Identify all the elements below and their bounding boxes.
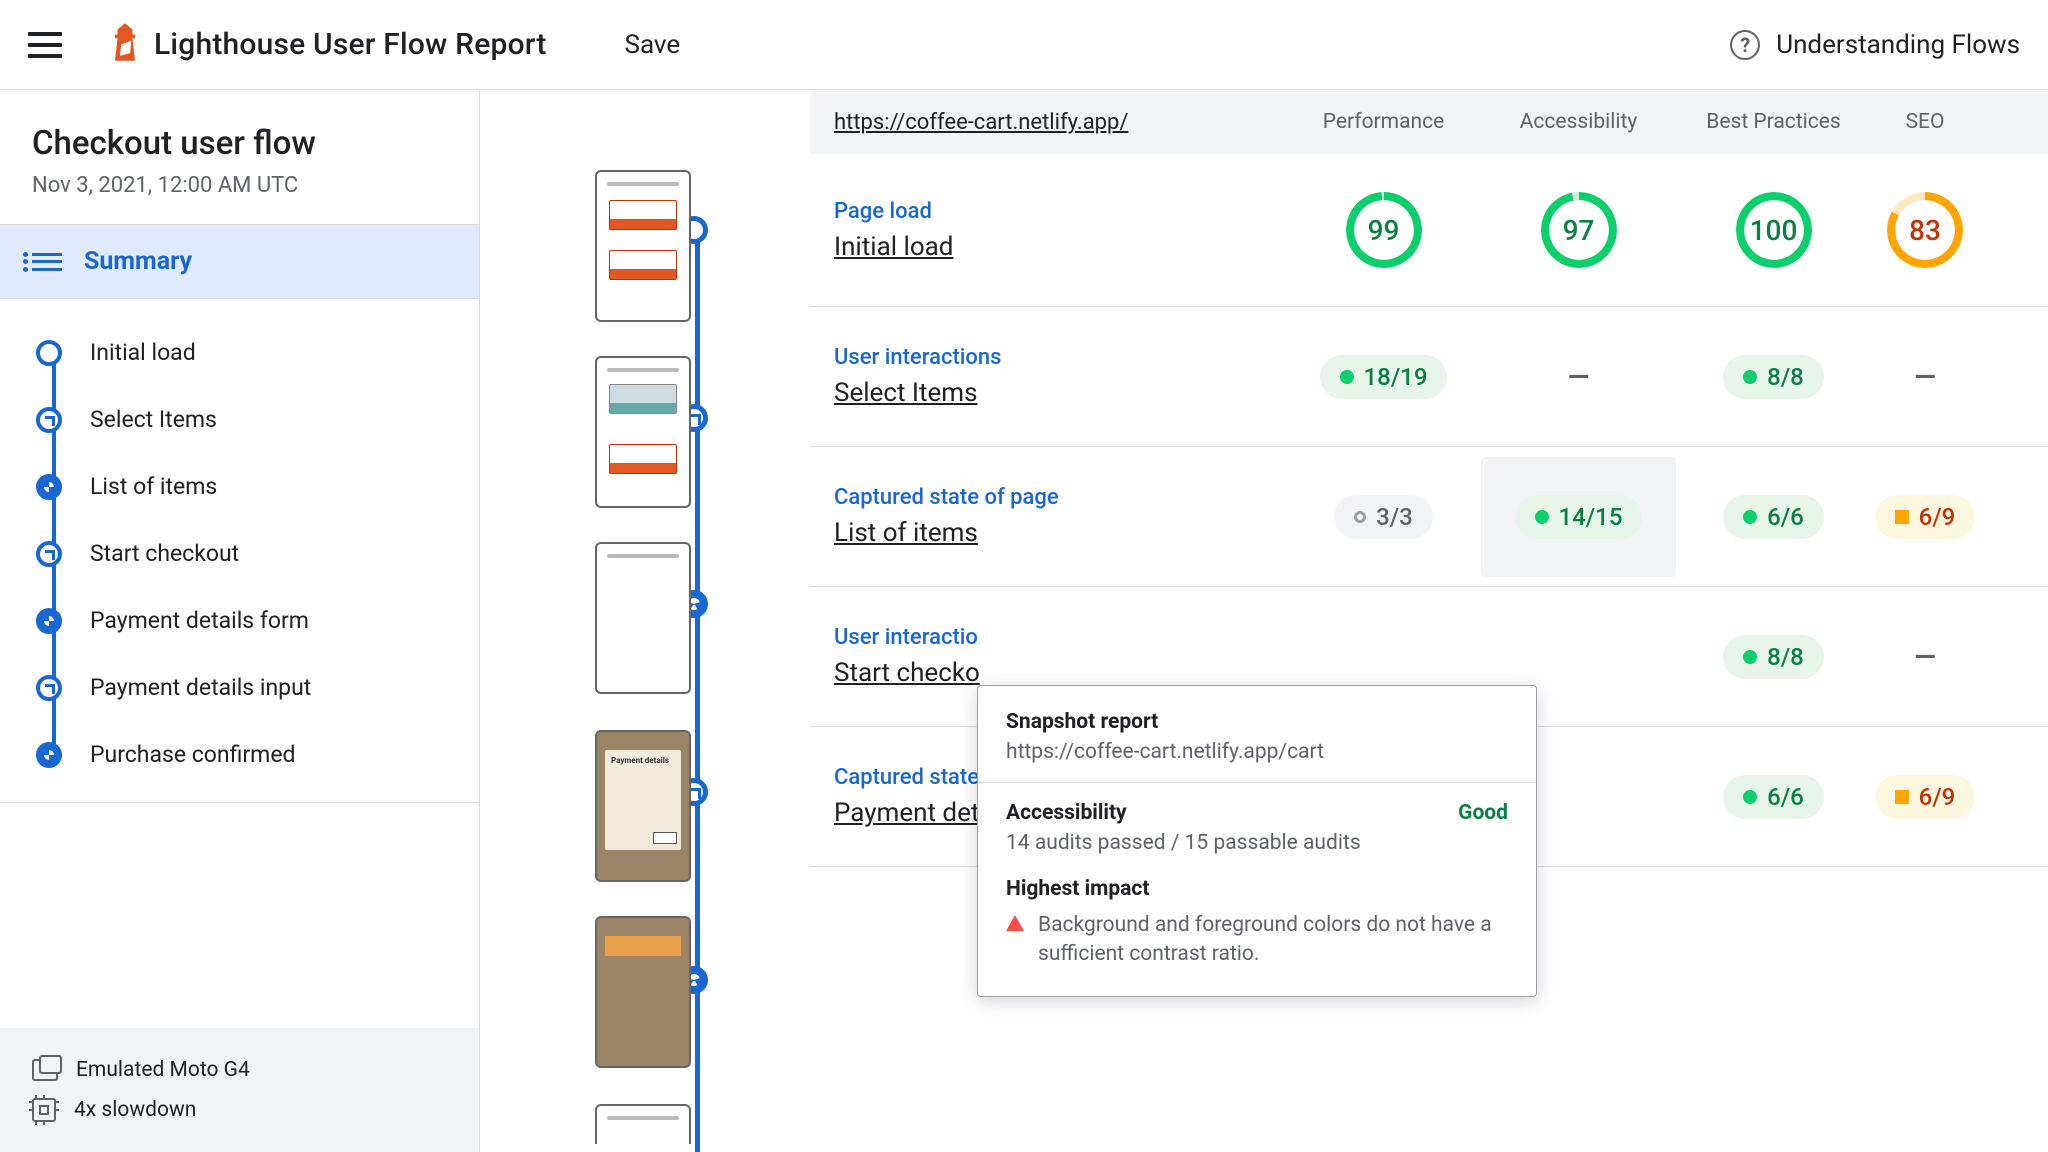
score-tooltip: Snapshot report https://coffee-cart.netl… (977, 685, 1537, 997)
report-url[interactable]: https://coffee-cart.netlify.app/ (834, 110, 1286, 135)
flow-date: Nov 3, 2021, 12:00 AM UTC (32, 173, 447, 198)
score-pill[interactable]: 6/6 (1723, 775, 1824, 819)
col-best-practices: Best Practices (1676, 110, 1871, 134)
flow-title: Checkout user flow (32, 124, 447, 163)
tooltip-url: https://coffee-cart.netlify.app/cart (1006, 740, 1508, 764)
sidebar: Checkout user flow Nov 3, 2021, 12:00 AM… (0, 90, 480, 1152)
aperture-icon (36, 608, 62, 634)
navigation-icon (36, 340, 62, 366)
thumbnail-start-checkout[interactable]: Payment details (595, 730, 691, 882)
score-pill[interactable]: 8/8 (1723, 355, 1824, 399)
device-icon (32, 1059, 58, 1081)
score-header: https://coffee-cart.netlify.app/ Perform… (810, 90, 2048, 154)
thumbnail-select-items[interactable] (595, 356, 691, 508)
thumbnail-payment-details-form[interactable] (595, 916, 691, 1068)
score-pill[interactable]: 18/19 (1320, 355, 1448, 399)
row-kind: User interactio (834, 625, 1286, 650)
device-label: Emulated Moto G4 (76, 1058, 250, 1082)
gauge-accessibility[interactable]: 97 (1541, 192, 1617, 268)
row-name-link[interactable]: List of items (834, 518, 978, 548)
sidebar-step-payment-details-form[interactable]: Payment details form (0, 587, 479, 654)
col-accessibility: Accessibility (1481, 110, 1676, 134)
clock-icon (36, 541, 62, 567)
summary-label: Summary (84, 247, 192, 276)
app-logo: Lighthouse User Flow Report (110, 23, 547, 66)
tooltip-sub: 14 audits passed / 15 passable audits (1006, 831, 1508, 855)
col-performance: Performance (1286, 110, 1481, 134)
tooltip-category: Accessibility (1006, 801, 1127, 825)
summary-icon (32, 253, 62, 271)
row-name-link[interactable]: Payment det (834, 798, 979, 828)
score-pill[interactable]: 6/9 (1875, 495, 1976, 539)
help-link[interactable]: ? Understanding Flows (1730, 30, 2020, 60)
aperture-icon (36, 742, 62, 768)
tooltip-impact-text: Background and foreground colors do not … (1038, 911, 1508, 970)
score-dash: — (1914, 360, 1935, 393)
gauge-best-practices[interactable]: 100 (1736, 192, 1812, 268)
score-row-select-items: User interactions Select Items 18/19 — 8… (810, 307, 2048, 447)
clock-icon (36, 407, 62, 433)
sidebar-step-select-items[interactable]: Select Items (0, 386, 479, 453)
score-dash: — (1914, 640, 1935, 673)
lighthouse-icon (110, 23, 140, 66)
gauge-performance[interactable]: 99 (1346, 192, 1422, 268)
menu-icon[interactable] (28, 32, 62, 58)
app-title: Lighthouse User Flow Report (154, 27, 547, 62)
help-label: Understanding Flows (1776, 30, 2020, 60)
app-header: Lighthouse User Flow Report Save ? Under… (0, 0, 2048, 90)
tooltip-impact-label: Highest impact (1006, 877, 1508, 901)
gauge-seo[interactable]: 83 (1887, 192, 1963, 268)
thumbnail-list-of-items[interactable] (595, 542, 691, 694)
score-row-list-of-items: Captured state of page List of items 3/3… (810, 447, 2048, 587)
score-pill[interactable]: 8/8 (1723, 635, 1824, 679)
help-icon: ? (1730, 30, 1760, 60)
row-kind: User interactions (834, 345, 1286, 370)
sidebar-step-payment-details-input[interactable]: Payment details input (0, 654, 479, 721)
warning-icon (1006, 915, 1024, 931)
flow-title-box: Checkout user flow Nov 3, 2021, 12:00 AM… (0, 90, 479, 225)
sidebar-steps: Initial load Select Items List of items … (0, 299, 479, 802)
row-name-link[interactable]: Select Items (834, 378, 977, 408)
col-seo: SEO (1871, 110, 1979, 134)
score-dash: — (1568, 360, 1589, 393)
cpu-label: 4x slowdown (74, 1098, 196, 1122)
row-name-link[interactable]: Initial load (834, 232, 953, 262)
sidebar-step-initial-load[interactable]: Initial load (0, 319, 479, 386)
score-pill-highlighted[interactable]: 14/15 (1515, 495, 1643, 539)
thumbnail-initial-load[interactable] (595, 170, 691, 322)
row-kind: Page load (834, 199, 1286, 224)
row-name-link[interactable]: Start checko (834, 658, 980, 688)
thumbnail-payment-details-input[interactable] (595, 1104, 691, 1144)
save-button[interactable]: Save (625, 30, 681, 60)
cpu-icon (32, 1098, 56, 1122)
sidebar-step-start-checkout[interactable]: Start checkout (0, 520, 479, 587)
score-pill[interactable]: 6/9 (1875, 775, 1976, 819)
emulation-info: Emulated Moto G4 4x slowdown (0, 1028, 479, 1152)
row-kind: Captured state of page (834, 485, 1286, 510)
tooltip-title: Snapshot report (1006, 710, 1508, 734)
score-pill[interactable]: 3/3 (1334, 495, 1433, 539)
content: Payment details https://coffee-cart.netl… (480, 90, 2048, 1152)
sidebar-step-list-of-items[interactable]: List of items (0, 453, 479, 520)
aperture-icon (36, 474, 62, 500)
score-pill[interactable]: 6/6 (1723, 495, 1824, 539)
clock-icon (36, 675, 62, 701)
tooltip-verdict: Good (1458, 801, 1508, 825)
sidebar-step-purchase-confirmed[interactable]: Purchase confirmed (0, 721, 479, 788)
sidebar-item-summary[interactable]: Summary (0, 225, 479, 299)
score-row-initial-load: Page load Initial load 99 97 100 83 (810, 154, 2048, 307)
